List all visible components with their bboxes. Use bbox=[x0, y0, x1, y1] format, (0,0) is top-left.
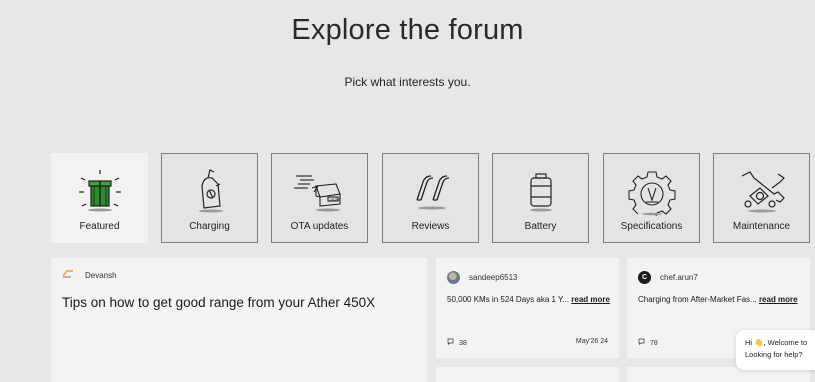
category-label: Charging bbox=[189, 221, 230, 232]
post-excerpt: Charging from After-Market Fas... read m… bbox=[638, 294, 803, 306]
comment-count-value: 78 bbox=[649, 340, 658, 347]
category-charging[interactable]: Charging bbox=[161, 153, 258, 243]
comment-count-value: 38 bbox=[458, 340, 467, 347]
category-battery[interactable]: Battery bbox=[492, 153, 589, 243]
avatar bbox=[447, 271, 460, 284]
post-card[interactable]: sandeep6513 50,000 KMs in 524 Days aka 1… bbox=[436, 258, 619, 358]
category-featured[interactable]: Featured bbox=[51, 153, 148, 243]
battery-icon bbox=[511, 164, 571, 216]
post-footer: 38 May'26 24 bbox=[447, 338, 608, 347]
page-title: Explore the forum bbox=[291, 14, 524, 46]
category-label: OTA updates bbox=[290, 221, 349, 232]
category-label: Specifications bbox=[620, 221, 683, 232]
update-box-icon: UPDATE bbox=[290, 164, 350, 216]
post-excerpt-text: 50,000 KMs in 524 Days aka 1 Y... bbox=[447, 295, 570, 304]
svg-text:UPDATE: UPDATE bbox=[330, 198, 341, 202]
gift-icon bbox=[70, 164, 130, 216]
post-author: sandeep6513 bbox=[447, 271, 518, 284]
post-date: May'26 24 bbox=[575, 338, 608, 345]
post-author-name[interactable]: chef.arun7 bbox=[660, 273, 698, 282]
chat-widget[interactable]: Hi 👋, Welcome to Looking for help? bbox=[736, 330, 815, 370]
charger-icon bbox=[180, 164, 240, 216]
post-author-name[interactable]: sandeep6513 bbox=[469, 273, 518, 282]
page-subtitle: Pick what interests you. bbox=[344, 75, 471, 89]
post-title[interactable]: Tips on how to get good range from your … bbox=[62, 295, 375, 310]
read-more-link[interactable]: read more bbox=[571, 295, 610, 304]
featured-post-card[interactable]: Devansh Tips on how to get good range fr… bbox=[51, 258, 427, 382]
post-excerpt-text: Charging from After-Market Fas... bbox=[638, 295, 757, 304]
wrench-icon bbox=[732, 164, 792, 216]
post-author: Devansh bbox=[62, 270, 117, 280]
category-reviews[interactable]: Reviews bbox=[382, 153, 479, 243]
avatar: C bbox=[638, 271, 651, 284]
quote-icon bbox=[401, 164, 461, 216]
category-label: Featured bbox=[79, 221, 120, 232]
post-author-name[interactable]: Devansh bbox=[85, 271, 117, 280]
post-author: C chef.arun7 bbox=[638, 271, 698, 284]
ather-logo-icon bbox=[62, 270, 74, 280]
category-label: Battery bbox=[524, 221, 557, 232]
comment-icon bbox=[638, 338, 645, 346]
comment-icon bbox=[447, 338, 454, 346]
post-excerpt: 50,000 KMs in 524 Days aka 1 Y... read m… bbox=[447, 294, 612, 306]
comment-count: 78 bbox=[638, 338, 658, 347]
category-label: Reviews bbox=[411, 221, 450, 232]
chat-prompt: Looking for help? bbox=[745, 350, 803, 359]
category-ota-updates[interactable]: UPDATE OTA updates bbox=[271, 153, 368, 243]
chat-greeting: Hi 👋, Welcome to bbox=[745, 338, 808, 347]
category-maintenance[interactable]: Maintenance bbox=[713, 153, 810, 243]
gear-icon bbox=[622, 164, 682, 216]
read-more-link[interactable]: read more bbox=[759, 295, 798, 304]
category-specifications[interactable]: Specifications bbox=[603, 153, 700, 243]
comment-count: 38 bbox=[447, 338, 467, 347]
post-card[interactable] bbox=[436, 367, 619, 382]
category-label: Maintenance bbox=[732, 221, 791, 232]
